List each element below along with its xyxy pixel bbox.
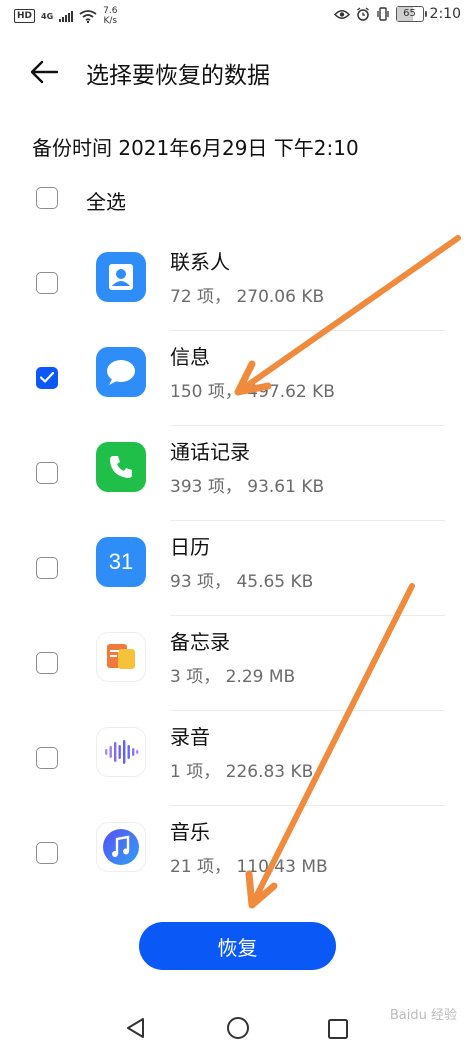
item-name: 备忘录: [170, 630, 230, 654]
calendar-icon-date: 31: [108, 549, 134, 574]
item-checkbox[interactable]: [36, 367, 58, 389]
list-item-call-log[interactable]: 通话记录 393 项， 93.61 KB: [0, 426, 475, 521]
item-meta: 93 项， 45.65 KB: [170, 572, 314, 592]
battery-level-text: 65: [403, 8, 416, 19]
check-icon: [40, 372, 54, 383]
select-all-checkbox[interactable]: [36, 187, 58, 209]
nav-recent-apps-icon[interactable]: [327, 1018, 349, 1040]
network-type: 4G: [41, 11, 54, 21]
item-name: 信息: [170, 345, 210, 369]
list-item-music[interactable]: 音乐 21 项， 110.43 MB: [0, 806, 475, 901]
network-speed-value: 7.6: [103, 6, 118, 16]
item-meta: 150 项， 497.62 KB: [170, 382, 335, 402]
item-meta: 1 项， 226.83 KB: [170, 762, 314, 782]
item-meta: 3 项， 2.29 MB: [170, 667, 296, 687]
calendar-icon: 31: [96, 537, 146, 587]
item-checkbox[interactable]: [36, 462, 58, 484]
item-checkbox[interactable]: [36, 272, 58, 294]
list-item-calendar[interactable]: 31 日历 93 项， 45.65 KB: [0, 521, 475, 616]
messages-icon: [96, 347, 146, 397]
phone-icon: [96, 442, 146, 492]
item-checkbox[interactable]: [36, 652, 58, 674]
item-checkbox[interactable]: [36, 842, 58, 864]
item-name: 音乐: [170, 820, 210, 844]
status-bar-left: HD 4G 7.6 K/s: [14, 6, 117, 26]
status-time: 2:10: [429, 6, 461, 22]
wifi-icon: [79, 9, 97, 23]
status-bar: HD 4G 7.6 K/s 65 2:10: [0, 0, 475, 34]
vibrate-icon: [376, 7, 389, 21]
list-item-recordings[interactable]: 录音 1 项， 226.83 KB: [0, 711, 475, 806]
page-title: 选择要恢复的数据: [86, 63, 270, 89]
item-name: 日历: [170, 535, 210, 559]
notes-icon: [96, 632, 146, 682]
music-icon: [96, 822, 146, 872]
back-arrow-icon[interactable]: [28, 58, 60, 86]
contacts-icon: [96, 252, 146, 302]
item-meta: 393 项， 93.61 KB: [170, 477, 325, 497]
nav-home-icon[interactable]: [226, 1016, 250, 1040]
item-name: 录音: [170, 725, 210, 749]
backup-time: 备份时间 2021年6月29日 下午2:10: [32, 136, 359, 160]
item-meta: 21 项， 110.43 MB: [170, 857, 328, 877]
item-name: 通话记录: [170, 440, 250, 464]
watermark: Baidu 经验: [389, 1008, 457, 1023]
nav-back-icon[interactable]: [124, 1016, 148, 1040]
status-bar-right: 65 2:10: [333, 6, 461, 22]
battery-indicator: 65: [395, 6, 427, 22]
signal-icon: [59, 10, 74, 22]
recorder-icon: [96, 727, 146, 777]
alarm-icon: [356, 7, 369, 21]
list-item-contacts[interactable]: 联系人 72 项， 270.06 KB: [0, 236, 475, 331]
hd-badge: HD: [14, 9, 36, 23]
restore-button[interactable]: 恢复: [139, 922, 336, 970]
network-speed-unit: K/s: [103, 16, 118, 26]
item-checkbox[interactable]: [36, 747, 58, 769]
list-item-notes[interactable]: 备忘录 3 项， 2.29 MB: [0, 616, 475, 711]
item-name: 联系人: [170, 250, 230, 274]
list-item-messages[interactable]: 信息 150 项， 497.62 KB: [0, 331, 475, 426]
item-meta: 72 项， 270.06 KB: [170, 287, 325, 307]
eye-icon: [333, 9, 350, 19]
network-speed: 7.6 K/s: [103, 6, 117, 26]
item-checkbox[interactable]: [36, 557, 58, 579]
select-all-label: 全选: [86, 190, 126, 214]
page-header: 选择要恢复的数据: [0, 42, 475, 102]
